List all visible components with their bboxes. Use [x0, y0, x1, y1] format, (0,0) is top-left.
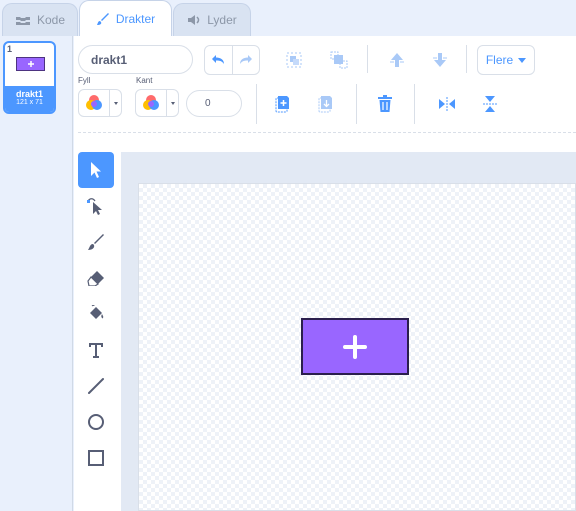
plus-icon: [343, 334, 367, 359]
delete-button[interactable]: [370, 89, 400, 119]
canvas-area: [121, 152, 576, 511]
brush-icon: [88, 234, 104, 250]
tab-bar: Kode Drakter Lyder: [0, 0, 576, 36]
reshape-tool[interactable]: [78, 188, 114, 224]
brush-icon: [96, 12, 109, 25]
costume-rectangle[interactable]: [301, 318, 409, 375]
toolbar-separator: [78, 132, 576, 133]
redo-icon: [239, 55, 252, 64]
fill-icon: [90, 305, 104, 319]
reshape-icon: [87, 198, 102, 215]
plus-icon: [27, 61, 34, 67]
rectangle-icon: [88, 450, 104, 466]
tab-code-label: Kode: [36, 13, 66, 27]
costume-info: drakt1 121 x 71: [5, 86, 54, 112]
backward-button[interactable]: [425, 45, 455, 75]
outline-label: Kant: [136, 76, 153, 85]
forward-button[interactable]: [382, 45, 412, 75]
paint-editor: drakt1 Flere Fyll Kant 0: [74, 36, 576, 511]
tab-code[interactable]: Kode: [2, 3, 78, 36]
drawing-canvas[interactable]: [138, 183, 576, 511]
fill-tool[interactable]: [78, 296, 114, 332]
costume-name-input[interactable]: drakt1: [78, 45, 193, 74]
arrow-down-icon: [433, 53, 447, 67]
fill-swatch: [79, 90, 109, 116]
toolbar-divider: [367, 45, 368, 73]
costume-size: 121 x 71: [16, 99, 43, 106]
chevron-down-icon: [170, 101, 175, 105]
flip-vertical-icon: [483, 96, 497, 112]
eraser-tool[interactable]: [78, 260, 114, 296]
group-icon: [286, 52, 302, 68]
select-icon: [91, 162, 101, 178]
ungroup-icon: [330, 51, 348, 69]
code-icon: [15, 17, 30, 25]
brush-tool[interactable]: [78, 224, 114, 260]
fill-label: Fyll: [78, 76, 91, 85]
paste-button[interactable]: [310, 89, 340, 119]
text-icon: [89, 343, 103, 358]
redo-button[interactable]: [233, 46, 260, 74]
copy-button[interactable]: [267, 89, 297, 119]
chevron-down-icon: [113, 101, 118, 105]
more-dropdown[interactable]: Flere: [477, 45, 535, 75]
line-tool[interactable]: [78, 368, 114, 404]
toolbar-divider: [256, 84, 257, 124]
trash-icon: [378, 95, 392, 112]
toolbar-divider: [414, 84, 415, 124]
fill-color-picker[interactable]: [78, 89, 122, 117]
costume-name: drakt1: [15, 89, 43, 99]
text-tool[interactable]: [78, 332, 114, 368]
line-icon: [88, 378, 104, 394]
fill-dropdown[interactable]: [109, 90, 121, 116]
outline-dropdown[interactable]: [166, 90, 178, 116]
toolbar-divider: [466, 45, 467, 73]
speaker-icon: [188, 15, 200, 25]
rectangle-tool[interactable]: [78, 440, 114, 476]
circle-icon: [88, 414, 104, 430]
undo-redo-group: [204, 45, 260, 75]
costume-thumbnail: [16, 57, 45, 71]
select-tool[interactable]: [78, 152, 114, 188]
outline-width-input[interactable]: 0: [186, 90, 242, 117]
costume-number: 1: [7, 44, 13, 54]
toolbar-divider: [356, 84, 357, 124]
group-button[interactable]: [279, 45, 309, 75]
costume-list: 1 drakt1 121 x 71: [0, 36, 73, 511]
arrow-up-icon: [390, 53, 404, 67]
more-label: Flere: [485, 53, 514, 67]
outline-color-picker[interactable]: [135, 89, 179, 117]
color-circles-icon: [143, 95, 159, 110]
copy-icon: [275, 96, 289, 113]
tab-costumes-label: Drakter: [115, 11, 156, 26]
paste-icon: [318, 96, 332, 113]
eraser-icon: [87, 271, 104, 286]
tab-costumes[interactable]: Drakter: [79, 0, 172, 36]
flip-horizontal-button[interactable]: [432, 89, 462, 119]
circle-tool[interactable]: [78, 404, 114, 440]
ungroup-button[interactable]: [324, 45, 354, 75]
undo-icon: [212, 55, 225, 64]
undo-button[interactable]: [205, 46, 233, 74]
tab-sounds-label: Lyder: [207, 13, 237, 27]
chevron-down-icon: [518, 57, 527, 63]
tab-sounds[interactable]: Lyder: [173, 3, 251, 36]
flip-vertical-button[interactable]: [475, 89, 505, 119]
costume-item[interactable]: 1 drakt1 121 x 71: [3, 41, 56, 114]
color-circles-icon: [86, 95, 102, 110]
outline-swatch: [136, 90, 166, 116]
flip-horizontal-icon: [439, 97, 455, 111]
